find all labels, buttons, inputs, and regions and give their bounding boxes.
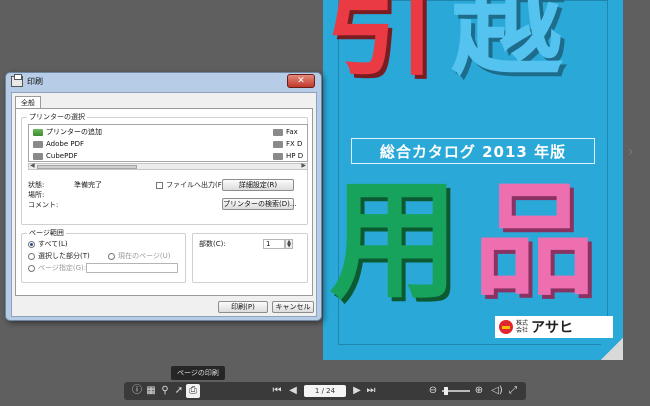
print-icon[interactable]: ⎙: [186, 384, 200, 398]
dialog-titlebar[interactable]: 印刷 ✕: [6, 73, 321, 91]
catalog-kanji-koshi: 越: [451, 0, 563, 91]
page-indicator[interactable]: 1 / 24: [304, 385, 346, 397]
printer-item-cubepdf[interactable]: CubePDF: [33, 152, 78, 161]
viewer-toolbar: ⓘ ▦ ⚲ ➚ ⎙ ⏮ ◀ 1 / 24 ▶ ⏭ ⊖ ⊕ ◁) ⤢: [124, 382, 526, 400]
print-to-file-label[interactable]: ファイルへ出力(F): [166, 181, 225, 190]
location-label: 場所:: [28, 191, 45, 199]
page-curl-corner[interactable]: [601, 338, 623, 360]
printer-item-adobe-pdf[interactable]: Adobe PDF: [33, 140, 84, 149]
printer-icon: [273, 153, 283, 160]
cancel-button[interactable]: キャンセル: [272, 301, 314, 313]
zoom-in-icon[interactable]: ⊕: [472, 384, 486, 398]
fax-icon: [273, 129, 283, 136]
select-printer-group: プリンターの選択 プリンターの追加 Adobe PDF CubePDF Fax …: [21, 113, 308, 225]
printer-name: FX D: [286, 140, 303, 148]
fullscreen-icon[interactable]: ⤢: [506, 384, 520, 398]
catalog-kanji-you: 用: [329, 165, 460, 317]
copies-stepper[interactable]: ▲ ▼: [285, 239, 293, 249]
page-range-input[interactable]: [86, 263, 178, 273]
dialog-close-button[interactable]: ✕: [287, 74, 315, 88]
audio-icon[interactable]: ◁): [490, 384, 504, 398]
catalog-subtitle: 総合カタログ 2013 年版: [379, 142, 567, 161]
print-page-tooltip: ページの印刷: [171, 366, 225, 380]
comment-label: コメント:: [28, 201, 59, 209]
printer-name: Adobe PDF: [46, 140, 85, 148]
status-label: 状態:: [28, 181, 45, 189]
printer-app-icon: [11, 74, 23, 87]
next-page-icon[interactable]: ▶: [350, 384, 364, 398]
printer-name: Fax: [286, 128, 298, 136]
copies-label: 部数(C):: [199, 240, 226, 248]
scroll-left-icon[interactable]: ◀: [30, 162, 35, 169]
print-dialog: 印刷 ✕ 全般 プリンターの選択 プリンターの追加 Adobe PDF Cube…: [5, 72, 322, 321]
general-tab-panel: プリンターの選択 プリンターの追加 Adobe PDF CubePDF Fax …: [15, 108, 313, 296]
info-icon[interactable]: ⓘ: [130, 384, 144, 398]
logo-company-name: アサヒ: [531, 320, 573, 336]
print-button[interactable]: 印刷(P): [218, 301, 268, 313]
dialog-title: 印刷: [27, 77, 43, 86]
range-selection-label[interactable]: 選択した部分(T): [38, 252, 90, 261]
printer-item-fax[interactable]: Fax: [273, 128, 298, 137]
thumbnails-icon[interactable]: ▦: [144, 384, 158, 398]
zoom-slider-handle[interactable]: [444, 387, 448, 395]
printer-name: CubePDF: [46, 152, 78, 160]
catalog-logo: 株式会社 アサヒ: [495, 316, 613, 338]
catalog-subtitle-band: 総合カタログ 2013 年版: [351, 138, 595, 164]
printer-list-scrollbar[interactable]: ◀ ▶: [28, 162, 308, 170]
last-page-icon[interactable]: ⏭: [364, 384, 378, 398]
find-printer-button[interactable]: プリンターの検索(D)...: [222, 198, 297, 210]
printer-list: プリンターの追加 Adobe PDF CubePDF Fax FX D HP D: [28, 124, 308, 162]
printer-icon: [33, 141, 43, 148]
select-printer-label: プリンターの選択: [27, 113, 87, 122]
printer-item-fx[interactable]: FX D: [273, 140, 302, 149]
range-current-radio[interactable]: [108, 253, 115, 260]
add-printer-icon: [33, 129, 43, 136]
printer-icon: [33, 153, 43, 160]
printer-icon: [273, 141, 283, 148]
range-pages-label[interactable]: ページ指定(G):: [38, 264, 86, 273]
first-page-icon[interactable]: ⏮: [270, 384, 284, 398]
prev-page-icon[interactable]: ◀: [286, 384, 300, 398]
copies-group: 部数(C): 1 ▲ ▼: [192, 233, 308, 283]
asahi-logo-icon: [499, 320, 513, 334]
share-icon[interactable]: ➚: [172, 384, 186, 398]
catalog-kanji-hiki: 引: [325, 0, 437, 91]
range-selection-radio[interactable]: [28, 253, 35, 260]
logo-company-type: 株式会社: [516, 320, 529, 334]
printer-name: HP D: [286, 152, 304, 160]
page-range-group: ページ範囲 すべて(L) 選択した部分(T) 現在のページ(U) ページ指定(G…: [21, 229, 186, 283]
range-pages-radio[interactable]: [28, 265, 35, 272]
range-current-label[interactable]: 現在のページ(U): [118, 252, 170, 261]
scrollbar-thumb[interactable]: [37, 165, 137, 169]
range-all-radio[interactable]: [28, 241, 35, 248]
next-page-side-arrow-icon[interactable]: ›: [628, 144, 634, 160]
page-range-label: ページ範囲: [27, 229, 66, 238]
printer-item-add[interactable]: プリンターの追加: [33, 128, 102, 137]
catalog-kanji-hin: 品: [473, 170, 595, 312]
printer-item-hp[interactable]: HP D: [273, 152, 303, 161]
dialog-body: 全般 プリンターの選択 プリンターの追加 Adobe PDF CubePDF F…: [11, 92, 317, 317]
preferences-button[interactable]: 詳細設定(R): [222, 179, 294, 191]
print-to-file-checkbox[interactable]: [156, 182, 163, 189]
status-value: 準備完了: [74, 181, 102, 189]
copies-input[interactable]: 1: [263, 239, 285, 249]
printer-name: プリンターの追加: [46, 128, 102, 136]
range-all-label[interactable]: すべて(L): [38, 240, 68, 249]
zoom-out-icon[interactable]: ⊖: [426, 384, 440, 398]
catalog-page[interactable]: 引 越 総合カタログ 2013 年版 用 品 株式会社 アサヒ: [323, 0, 623, 360]
scroll-right-icon[interactable]: ▶: [301, 162, 306, 169]
search-icon[interactable]: ⚲: [158, 384, 172, 398]
